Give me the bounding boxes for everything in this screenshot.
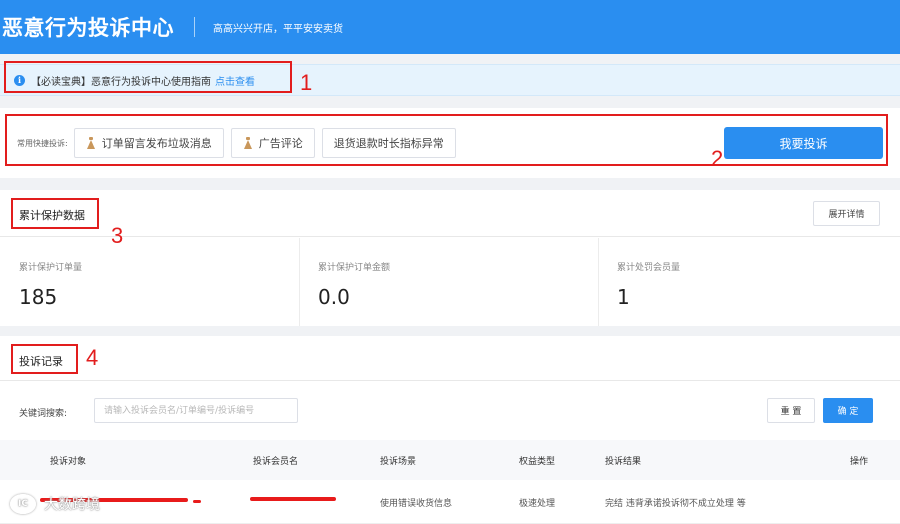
- keyword-search-label: 关键词搜索:: [19, 409, 68, 419]
- stat-value: 185: [19, 285, 58, 309]
- column-header: 操作: [850, 457, 869, 467]
- complaint-records-panel: 投诉记录 关键词搜索: 重 置 确 定 投诉对象 投诉会员名 投诉场景 权益类型…: [0, 336, 900, 524]
- file-complaint-button[interactable]: 我要投诉: [724, 127, 883, 159]
- stats-divider: [0, 236, 900, 237]
- bell-icon: [243, 137, 253, 149]
- redacted-dash: [193, 500, 201, 503]
- records-table-header: 投诉对象 投诉会员名 投诉场景 权益类型 投诉结果 操作: [0, 440, 900, 480]
- reset-button[interactable]: 重 置: [767, 398, 815, 423]
- column-header: 投诉对象: [50, 457, 87, 467]
- cell-scene: 使用错误收货信息: [380, 499, 453, 509]
- column-header: 投诉结果: [605, 457, 642, 467]
- records-title: 投诉记录: [19, 355, 63, 368]
- records-divider: [0, 380, 900, 381]
- quick-complaint-panel: 常用快捷投诉: 订单留言发布垃圾消息 广告评论 退货退款时长指标异常 我要投诉: [0, 108, 900, 178]
- quick-chip-label: 广告评论: [258, 137, 303, 150]
- expand-details-button[interactable]: 展开详情: [813, 201, 880, 226]
- quick-chip-label: 订单留言发布垃圾消息: [101, 137, 212, 150]
- annotation-number-3: 3: [111, 223, 124, 248]
- quick-complaint-label: 常用快捷投诉:: [17, 138, 68, 148]
- watermark: IC 大数跨境: [10, 494, 100, 514]
- stat-label: 累计处罚会员量: [617, 263, 681, 273]
- protection-stats-panel: 累计保护数据 累计保护订单量 185 累计保护订单金额 0.0 累计处罚会员量 …: [0, 190, 900, 326]
- quick-chip-ad-review[interactable]: 广告评论: [230, 128, 315, 158]
- quick-chip-order-spam[interactable]: 订单留言发布垃圾消息: [73, 128, 224, 158]
- annotation-number-1: 1: [300, 70, 313, 95]
- cell-result: 完结 违背承诺投诉彻不成立处理 等: [605, 499, 746, 509]
- stat-label: 累计保护订单量: [19, 263, 83, 273]
- header-slogan: 高高兴兴开店，平平安安卖货: [213, 23, 343, 35]
- stat-punished-members: 累计处罚会员量 1: [598, 248, 888, 326]
- info-icon: i: [14, 74, 25, 86]
- bell-icon: [86, 137, 96, 149]
- watermark-text: 大数跨境: [44, 497, 100, 513]
- stat-protected-orders: 累计保护订单量 185: [0, 248, 290, 326]
- redacted-member-name: [250, 497, 336, 501]
- header-separator: [194, 17, 195, 37]
- quick-chip-label: 退货退款时长指标异常: [333, 137, 444, 150]
- stat-value: 0.0: [318, 285, 350, 309]
- view-guide-link[interactable]: 点击查看: [215, 73, 255, 88]
- notice-text: 【必读宝典】恶意行为投诉中心使用指南: [31, 76, 211, 88]
- quick-chip-refund-duration[interactable]: 退货退款时长指标异常: [321, 128, 456, 158]
- confirm-button[interactable]: 确 定: [823, 398, 873, 423]
- annotation-number-2: 2: [711, 146, 724, 171]
- stat-label: 累计保护订单金额: [318, 263, 391, 273]
- cell-benefit-type: 极速处理: [519, 499, 556, 509]
- column-header: 投诉会员名: [253, 457, 299, 467]
- annotation-number-4: 4: [86, 345, 99, 370]
- stats-title: 累计保护数据: [19, 209, 85, 222]
- guide-notice-bar: i 【必读宝典】恶意行为投诉中心使用指南 点击查看: [0, 64, 900, 96]
- stat-protected-amount: 累计保护订单金额 0.0: [299, 248, 589, 326]
- column-header: 权益类型: [519, 457, 556, 467]
- table-row: 使用错误收货信息 极速处理 完结 违背承诺投诉彻不成立处理 等: [0, 480, 900, 524]
- page-header: 恶意行为投诉中心 高高兴兴开店，平平安安卖货: [0, 0, 900, 54]
- keyword-search-input[interactable]: [94, 398, 298, 423]
- page-title: 恶意行为投诉中心: [2, 16, 174, 40]
- column-header: 投诉场景: [380, 457, 417, 467]
- watermark-logo-icon: IC: [10, 494, 36, 514]
- stat-value: 1: [617, 285, 630, 309]
